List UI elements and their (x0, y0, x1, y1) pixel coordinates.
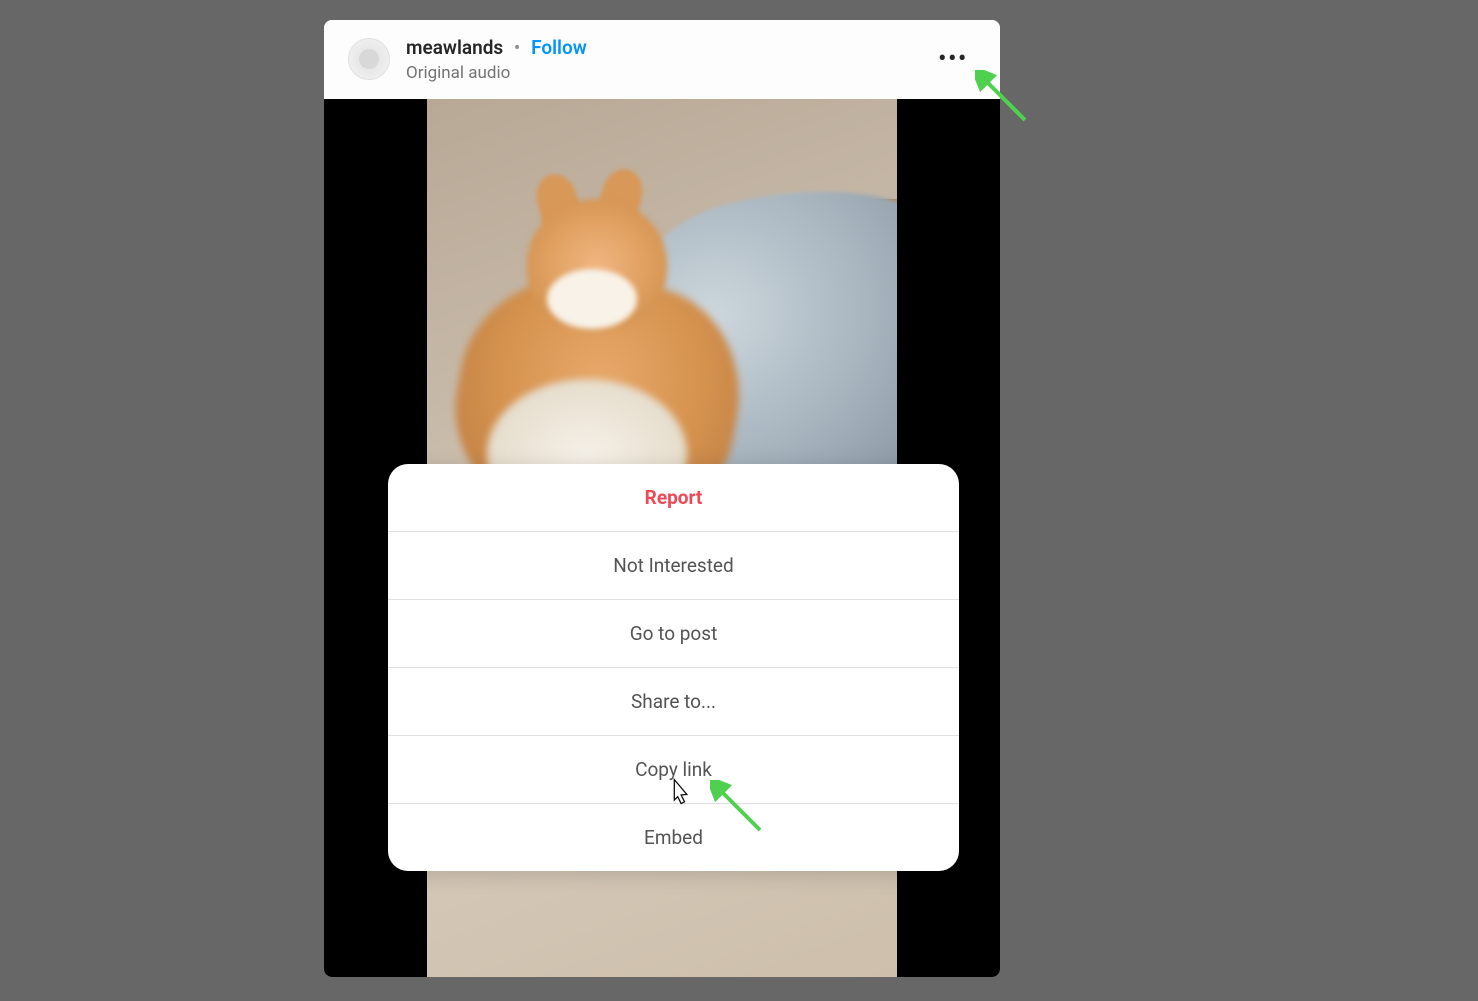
avatar-image (359, 49, 379, 69)
video-cat-face (547, 269, 637, 329)
avatar[interactable] (348, 38, 390, 80)
post-header: meawlands • Follow Original audio ••• (324, 20, 1000, 99)
follow-link[interactable]: Follow (531, 36, 587, 59)
menu-item-copy-link[interactable]: Copy link (388, 736, 959, 804)
post-info: meawlands • Follow Original audio (406, 36, 976, 83)
menu-item-share-to[interactable]: Share to... (388, 668, 959, 736)
menu-item-not-interested[interactable]: Not Interested (388, 532, 959, 600)
username-line: meawlands • Follow (406, 36, 976, 61)
username[interactable]: meawlands (406, 36, 503, 59)
audio-label[interactable]: Original audio (406, 63, 976, 83)
more-options-button[interactable]: ••• (930, 39, 976, 80)
menu-item-embed[interactable]: Embed (388, 804, 959, 871)
menu-item-go-to-post[interactable]: Go to post (388, 600, 959, 668)
separator-dot: • (508, 36, 526, 59)
options-modal: Report Not Interested Go to post Share t… (388, 464, 959, 871)
menu-item-report[interactable]: Report (388, 464, 959, 532)
